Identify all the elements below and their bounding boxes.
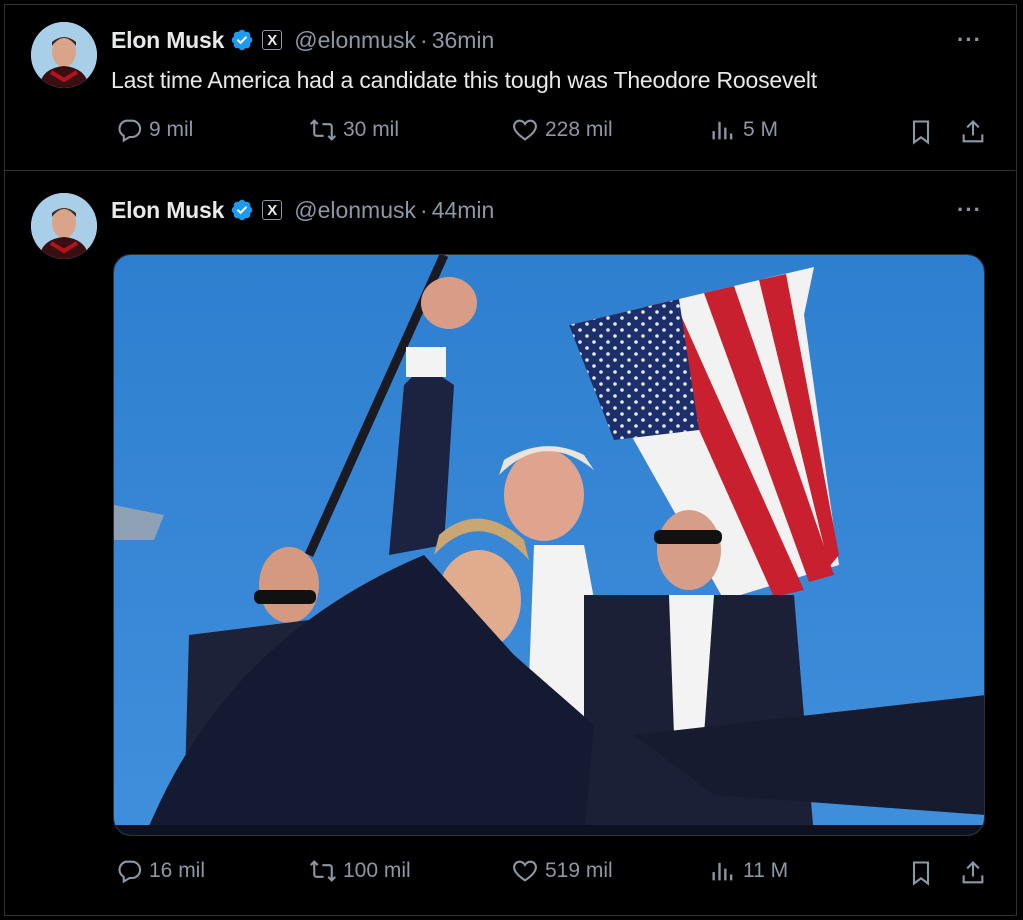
author-handle[interactable]: @elonmusk	[294, 197, 416, 224]
views-icon	[712, 121, 733, 140]
views-icon	[712, 862, 733, 881]
share-icon	[962, 120, 984, 143]
repost-button[interactable]: 100 mil	[309, 857, 411, 885]
avatar[interactable]	[31, 193, 97, 259]
repost-button[interactable]: 30 mil	[309, 116, 399, 144]
more-options-icon[interactable]: ···	[957, 197, 982, 223]
reply-icon	[118, 860, 142, 884]
author-handle[interactable]: @elonmusk	[294, 27, 416, 54]
views-count: 11 M	[743, 859, 789, 882]
tweet-header: Elon Musk X @elonmusk · 36min	[111, 25, 494, 55]
separator-dot: ·	[420, 26, 428, 53]
repost-icon	[310, 860, 336, 882]
author-name[interactable]: Elon Musk	[111, 27, 224, 54]
author-name[interactable]: Elon Musk	[111, 197, 224, 224]
share-button[interactable]	[959, 118, 987, 151]
separator-dot: ·	[420, 196, 428, 223]
like-button[interactable]: 519 mil	[511, 857, 613, 885]
verified-badge-icon	[231, 199, 253, 221]
bookmark-icon	[912, 861, 930, 886]
more-options-icon[interactable]: ···	[957, 27, 982, 53]
bookmark-icon	[912, 120, 930, 145]
action-bar: 16 mil 100 mil 519 mil 11 M	[111, 857, 986, 891]
repost-count: 100 mil	[343, 859, 411, 882]
reply-count: 9 mil	[149, 118, 194, 141]
like-button[interactable]: 228 mil	[511, 116, 613, 144]
action-bar: 9 mil 30 mil 228 mil 5 M	[111, 116, 986, 150]
timestamp[interactable]: 36min	[432, 27, 495, 54]
repost-icon	[310, 119, 336, 141]
heart-icon	[513, 119, 537, 141]
reply-count: 16 mil	[149, 859, 206, 882]
share-button[interactable]	[959, 859, 987, 892]
share-icon	[962, 861, 984, 884]
views-button[interactable]: 11 M	[709, 857, 788, 885]
bookmark-button[interactable]	[907, 118, 935, 151]
heart-icon	[513, 860, 537, 882]
x-logo-badge-icon: X	[262, 30, 283, 50]
tweet-text: Last time America had a candidate this t…	[111, 67, 817, 93]
repost-count: 30 mil	[343, 118, 400, 141]
tweet-1[interactable]: Elon Musk X @elonmusk · 36min ··· Last t…	[5, 5, 1014, 170]
x-logo-badge-icon: X	[262, 200, 283, 220]
reply-button[interactable]: 16 mil	[115, 857, 205, 885]
verified-badge-icon	[231, 29, 253, 51]
avatar[interactable]	[31, 22, 97, 88]
tweet-photo[interactable]	[113, 254, 985, 836]
views-button[interactable]: 5 M	[709, 116, 778, 144]
reply-button[interactable]: 9 mil	[115, 116, 193, 144]
reply-icon	[118, 119, 142, 143]
views-count: 5 M	[743, 118, 779, 141]
like-count: 228 mil	[545, 118, 613, 141]
bottom-divider	[4, 915, 1015, 916]
tweet-header: Elon Musk X @elonmusk · 44min	[111, 195, 494, 225]
photo-image	[114, 255, 984, 835]
bookmark-button[interactable]	[907, 859, 935, 892]
like-count: 519 mil	[545, 859, 613, 882]
timestamp[interactable]: 44min	[432, 197, 495, 224]
